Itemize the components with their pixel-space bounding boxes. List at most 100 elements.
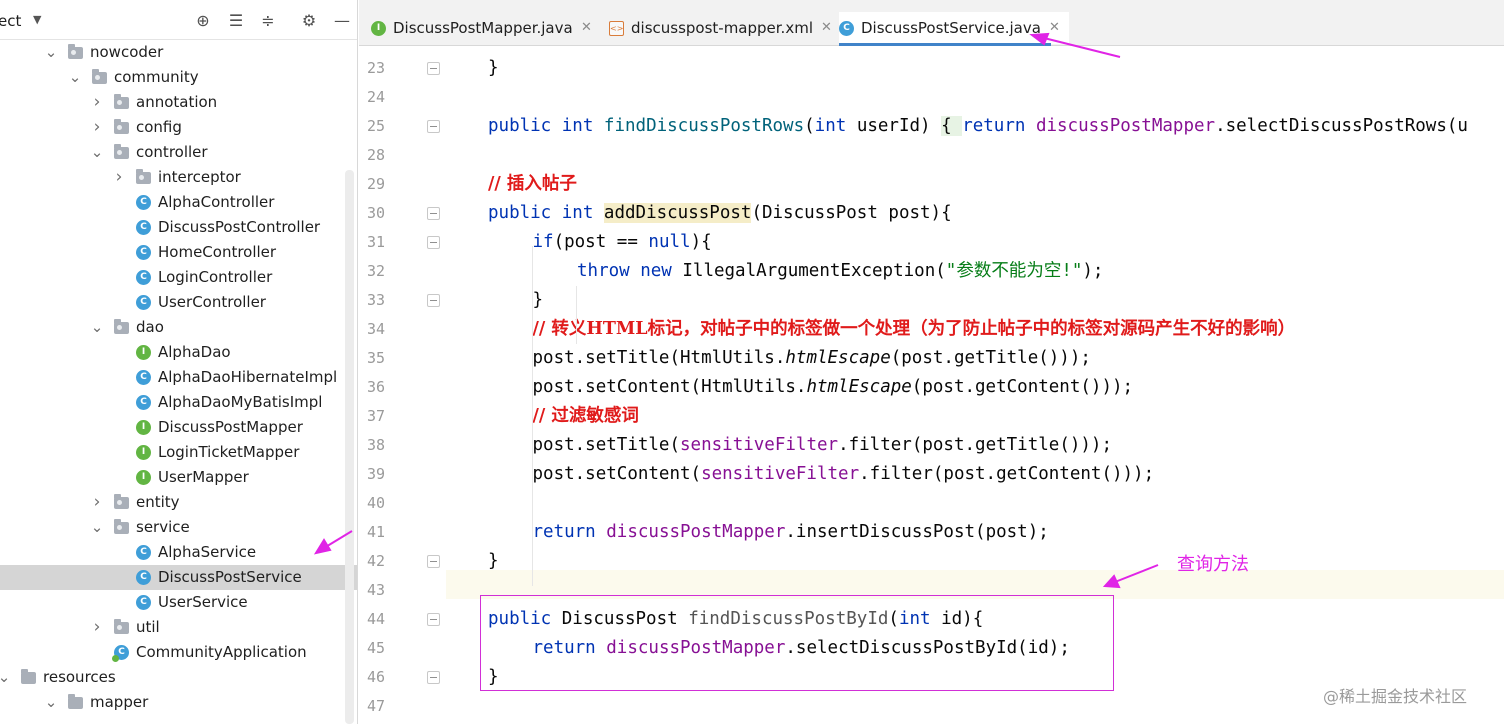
tree-item-label: controller — [136, 143, 208, 161]
line-number: 46 — [366, 668, 385, 686]
class-icon: C — [136, 245, 151, 260]
code-token: htmlEscape — [785, 348, 891, 368]
tree-item[interactable]: ⌄ mapper — [0, 690, 345, 715]
tree-item[interactable]: › config — [0, 115, 345, 140]
tree-item[interactable]: C UserService — [0, 590, 345, 615]
editor-tab[interactable]: I DiscussPostMapper.java ✕ — [371, 12, 601, 44]
close-icon[interactable]: ✕ — [581, 12, 592, 44]
project-toolbar: ect ▼ ⊕ ☰ ≑ ⚙ — — [0, 0, 357, 40]
indent-guide — [576, 286, 577, 344]
code-line: post.setTitle(HtmlUtils.htmlEscape(post.… — [533, 344, 1091, 373]
xml-file-icon: <> — [609, 21, 624, 36]
fold-marker-icon[interactable] — [427, 671, 440, 684]
tree-item[interactable]: C AlphaService — [0, 540, 345, 565]
chevron-down-icon[interactable]: ⌄ — [90, 515, 104, 540]
tree-item[interactable]: C DiscussPostService — [0, 565, 357, 590]
fold-marker-icon[interactable] — [427, 294, 440, 307]
chevron-right-icon[interactable]: › — [90, 115, 104, 140]
tree-item[interactable]: › annotation — [0, 90, 345, 115]
line-number: 25 — [366, 117, 385, 135]
collapse-all-icon[interactable]: ≑ — [258, 11, 278, 31]
class-icon: C — [136, 220, 151, 235]
line-number: 44 — [366, 610, 385, 628]
line-number: 29 — [366, 175, 385, 193]
editor-tab[interactable]: <> discusspost-mapper.xml ✕ — [609, 12, 839, 44]
tree-item[interactable]: C CommunityApplication — [0, 640, 345, 665]
code-token: int — [561, 116, 604, 136]
class-icon: C — [136, 270, 151, 285]
chevron-down-icon[interactable]: ⌄ — [90, 315, 104, 340]
code-token: return — [532, 522, 607, 542]
tree-item-label: config — [136, 118, 182, 136]
line-number: 30 — [366, 204, 385, 222]
chevron-down-icon[interactable]: ⌄ — [44, 690, 58, 715]
tree-item[interactable]: C HomeController — [0, 240, 345, 265]
fold-marker-icon[interactable] — [427, 555, 440, 568]
fold-marker-icon[interactable] — [427, 613, 440, 626]
tree-item-label: DiscussPostService — [158, 568, 302, 586]
editor-tab-label: DiscussPostService.java — [861, 19, 1041, 37]
spring-boot-app-icon: C — [112, 645, 129, 662]
locate-target-icon[interactable]: ⊕ — [193, 11, 213, 31]
project-scrollbar[interactable] — [345, 170, 354, 724]
chevron-down-icon[interactable]: ⌄ — [68, 65, 82, 90]
class-icon: C — [839, 21, 854, 36]
tree-item[interactable]: ⌄ community — [0, 65, 345, 90]
code-token: return — [962, 116, 1036, 136]
chevron-down-icon[interactable]: ⌄ — [44, 40, 58, 65]
chevron-down-icon[interactable]: ▼ — [33, 13, 41, 26]
tree-item[interactable]: I LoginTicketMapper — [0, 440, 345, 465]
line-number: 43 — [366, 581, 385, 599]
chevron-down-icon[interactable]: ⌄ — [90, 140, 104, 165]
chevron-right-icon[interactable]: › — [112, 165, 126, 190]
chevron-right-icon[interactable]: › — [90, 90, 104, 115]
interface-icon: I — [136, 470, 151, 485]
fold-marker-icon[interactable] — [427, 207, 440, 220]
fold-marker-icon[interactable] — [427, 236, 440, 249]
tree-item[interactable]: I DiscussPostMapper — [0, 415, 345, 440]
code-token: } — [488, 58, 499, 78]
tree-item[interactable]: ⌄ nowcoder — [0, 40, 345, 65]
fold-marker-icon[interactable] — [427, 120, 440, 133]
tree-item[interactable]: C AlphaController — [0, 190, 345, 215]
hide-panel-icon[interactable]: — — [332, 11, 352, 31]
fold-marker-icon[interactable] — [427, 62, 440, 75]
code-line: post.setContent(HtmlUtils.htmlEscape(pos… — [533, 373, 1134, 402]
code-token: post.setContent(HtmlUtils. — [532, 377, 807, 397]
line-number: 35 — [366, 349, 385, 367]
tree-item[interactable]: ⌄ dao — [0, 315, 345, 340]
tree-item-label: entity — [136, 493, 180, 511]
tree-item[interactable]: C DiscussPostController — [0, 215, 345, 240]
gear-icon[interactable]: ⚙ — [299, 11, 319, 31]
tree-item[interactable]: C AlphaDaoMyBatisImpl — [0, 390, 345, 415]
close-icon[interactable]: ✕ — [1049, 12, 1060, 44]
tree-item[interactable]: › interceptor — [0, 165, 345, 190]
tree-item[interactable]: ⌄ controller — [0, 140, 345, 165]
chevron-right-icon[interactable]: › — [90, 490, 104, 515]
tree-item[interactable]: I AlphaDao — [0, 340, 345, 365]
code-token: post.setTitle(HtmlUtils. — [532, 348, 786, 368]
line-number: 38 — [366, 436, 385, 454]
code-line: } — [488, 547, 499, 576]
chevron-right-icon[interactable]: › — [90, 615, 104, 640]
line-number: 37 — [366, 407, 385, 425]
expand-all-icon[interactable]: ☰ — [226, 11, 246, 31]
code-token: int — [561, 203, 604, 223]
tree-item[interactable]: C AlphaDaoHibernateImpl — [0, 365, 345, 390]
tree-item[interactable]: ⌄ service — [0, 515, 345, 540]
class-icon: C — [136, 370, 151, 385]
package-icon — [114, 144, 129, 159]
code-line: return discussPostMapper.insertDiscussPo… — [533, 518, 1049, 547]
code-line: post.setContent(sensitiveFilter.filter(p… — [533, 460, 1155, 489]
tree-item[interactable]: › util — [0, 615, 345, 640]
close-icon[interactable]: ✕ — [821, 12, 832, 44]
tree-item[interactable]: C LoginController — [0, 265, 345, 290]
project-view-title[interactable]: ect — [0, 12, 21, 30]
tree-item[interactable]: › entity — [0, 490, 345, 515]
chevron-down-icon[interactable]: ⌄ — [0, 665, 11, 690]
tree-item[interactable]: I UserMapper — [0, 465, 345, 490]
line-number: 40 — [366, 494, 385, 512]
editor-tab[interactable]: C DiscussPostService.java ✕ — [839, 12, 1069, 46]
tree-item[interactable]: C UserController — [0, 290, 345, 315]
tree-item[interactable]: ⌄ resources — [0, 665, 345, 690]
